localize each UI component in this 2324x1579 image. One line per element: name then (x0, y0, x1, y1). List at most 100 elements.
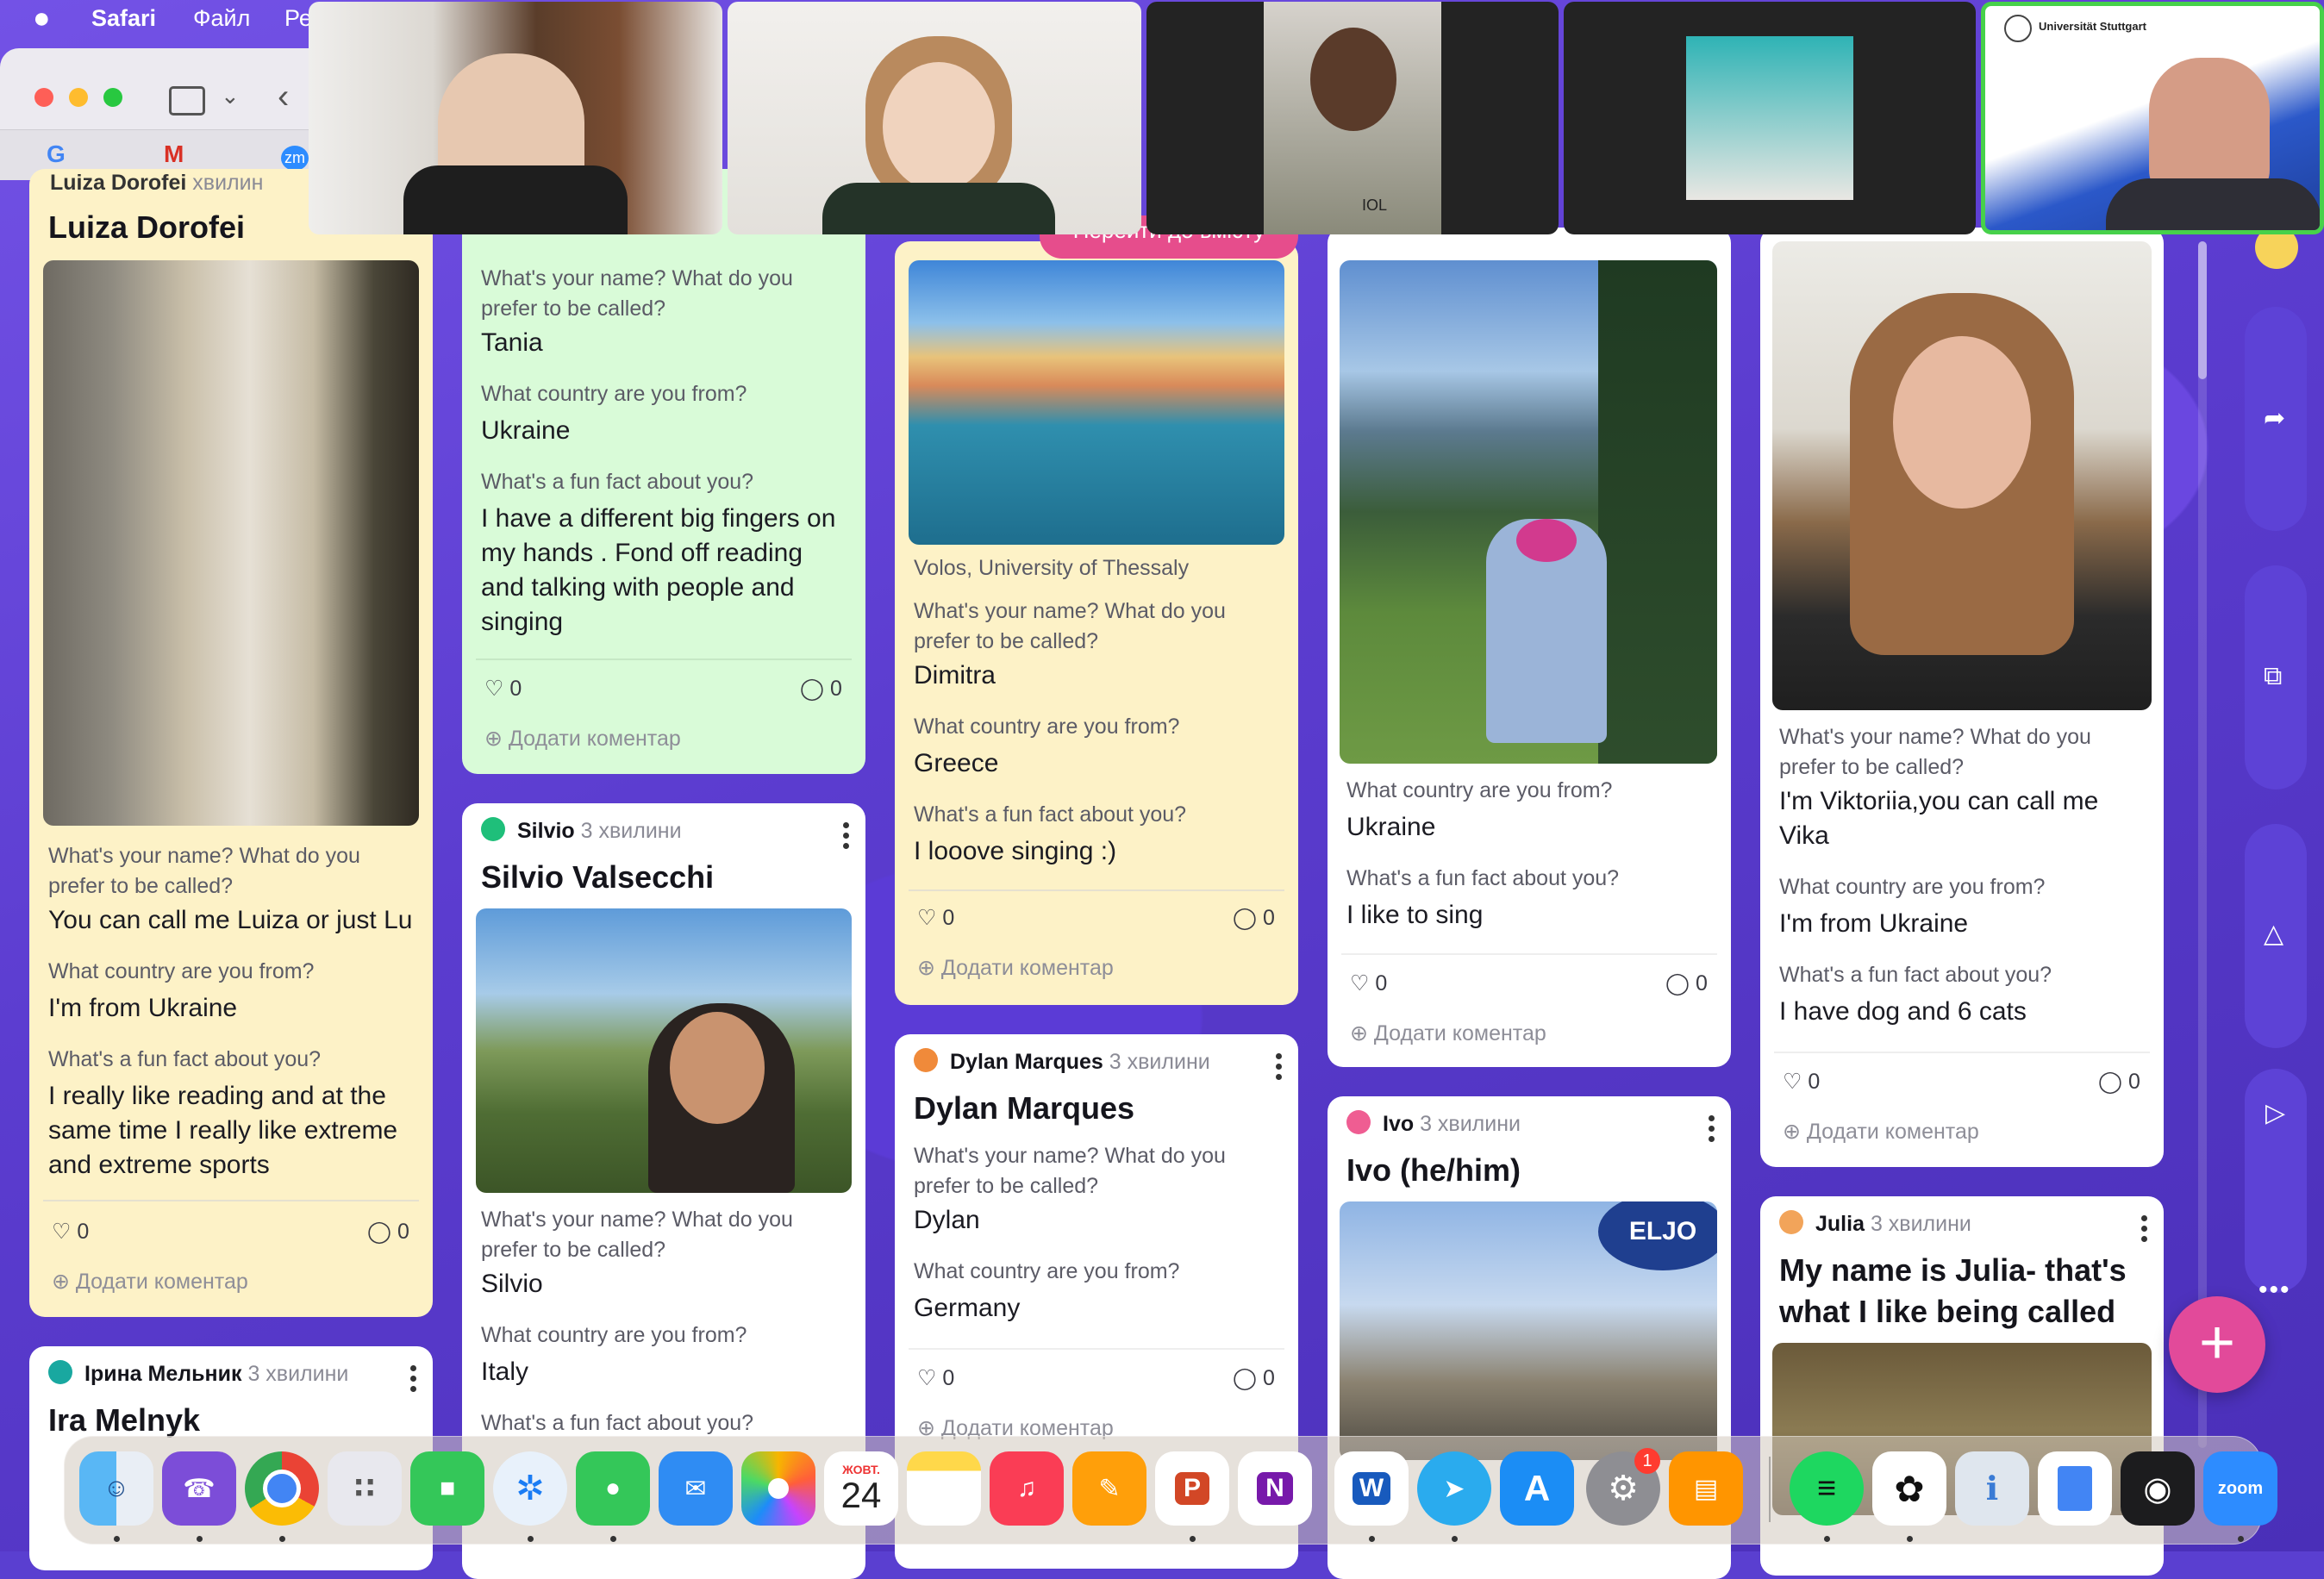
comment-bubble-icon: ◯ (1665, 971, 1690, 995)
add-comment-button[interactable]: ⊕ Додати коментар (1350, 1020, 1546, 1046)
post-menu-icon[interactable] (410, 1365, 417, 1396)
more-options-icon[interactable]: ••• (2258, 1276, 2291, 1305)
question-fun-fact: What's a fun fact about you? (481, 1411, 754, 1435)
add-post-button[interactable]: + (2169, 1296, 2265, 1393)
zoom-favicon-icon[interactable]: zm (281, 146, 309, 171)
dock-preview[interactable]: ℹ (1955, 1451, 2029, 1526)
pen-icon: ✎ (1098, 1474, 1121, 1503)
post-photo-ivo[interactable]: ELJO (1340, 1201, 1717, 1460)
scrollbar[interactable] (2198, 241, 2207, 1448)
back-icon[interactable]: ‹ (278, 78, 289, 116)
question-country: What country are you from? (914, 715, 1180, 739)
running-indicator (1824, 1536, 1830, 1542)
dock-chatgpt[interactable]: ✿ (1872, 1451, 1946, 1526)
post-photo-vika[interactable] (1772, 241, 2152, 710)
dock-pages[interactable]: ✎ (1072, 1451, 1146, 1526)
dock-launchpad[interactable]: ∷ (328, 1451, 402, 1526)
dock-app-store[interactable]: A (1500, 1451, 1574, 1526)
answer-name: Tania (481, 328, 543, 357)
add-comment-button[interactable]: ⊕ Додати коментар (1783, 1119, 1979, 1145)
comments-button[interactable]: ◯ 0 (367, 1219, 409, 1245)
minimize-window-button[interactable] (69, 88, 88, 107)
comments-button[interactable]: ◯ 0 (2098, 1069, 2140, 1095)
dock-mail[interactable]: ✉ (659, 1451, 733, 1526)
like-button[interactable]: ♡ 0 (484, 676, 522, 702)
avatar (1346, 1110, 1371, 1134)
share-icon[interactable]: ➦ (2264, 403, 2285, 434)
like-button[interactable]: ♡ 0 (917, 1365, 954, 1391)
dock-google-docs[interactable] (2038, 1451, 2112, 1526)
post-card-hiker[interactable]: What country are you from? Ukraine What'… (1328, 228, 1731, 1067)
post-title: Dylan Marques (914, 1090, 1135, 1126)
comments-button[interactable]: ◯ 0 (1233, 1365, 1275, 1391)
add-comment-button[interactable]: ⊕ Додати коментар (484, 726, 681, 752)
add-comment-button[interactable]: ⊕ Додати коментар (52, 1269, 248, 1295)
bell-icon[interactable]: △ (2264, 919, 2283, 949)
dock-onenote[interactable]: N (1238, 1451, 1312, 1526)
apple-icon[interactable]: ● (33, 2, 51, 35)
zoom-window-button[interactable] (103, 88, 122, 107)
answer-fun-fact: I like to sing (1346, 901, 1484, 929)
dock-notes[interactable] (907, 1451, 981, 1526)
post-menu-icon[interactable] (843, 822, 850, 853)
dock-spotify[interactable]: ≡ (1790, 1451, 1864, 1526)
comment-bubble-icon: ◯ (800, 677, 824, 701)
video-participant-1[interactable] (309, 2, 722, 234)
post-photo-volos[interactable] (909, 260, 1284, 545)
dock-books[interactable]: ▤ (1669, 1451, 1743, 1526)
dock-photos[interactable] (741, 1451, 815, 1526)
menu-app-safari[interactable]: Safari (91, 5, 156, 32)
dock-messages[interactable]: ● (576, 1451, 650, 1526)
dock-chrome[interactable] (245, 1451, 319, 1526)
gear-icon: ⚙ (1608, 1470, 1639, 1507)
post-menu-icon[interactable] (2141, 1215, 2148, 1246)
close-window-button[interactable] (34, 88, 53, 107)
like-button[interactable]: ♡ 0 (917, 905, 954, 931)
video-participant-3[interactable]: IOL (1146, 2, 1559, 234)
comments-button[interactable]: ◯ 0 (1233, 905, 1275, 931)
remake-icon[interactable]: ⧉ (2264, 662, 2282, 691)
post-photo-silvio[interactable] (476, 908, 852, 1193)
gmail-icon[interactable]: M (164, 140, 184, 168)
running-indicator (1369, 1536, 1375, 1542)
post-menu-icon[interactable] (1276, 1053, 1283, 1084)
video-participant-4[interactable] (1564, 2, 1976, 234)
post-photo-luiza[interactable] (43, 260, 419, 826)
sidebar-toggle-icon[interactable] (169, 86, 205, 115)
comments-button[interactable]: ◯ 0 (1665, 970, 1708, 996)
add-comment-button[interactable]: ⊕ Додати коментар (917, 955, 1114, 981)
dock-zoom[interactable]: zoom (2203, 1451, 2277, 1526)
post-card-vika[interactable]: What's your name? What do you prefer to … (1760, 228, 2164, 1167)
heart-icon: ♡ (484, 677, 504, 701)
dock-finder[interactable]: ☺ (79, 1451, 153, 1526)
dock-music[interactable]: ♫ (990, 1451, 1064, 1526)
dock-facetime[interactable]: ■ (410, 1451, 484, 1526)
post-author: Ivo 3 хвилини (1383, 1112, 1521, 1136)
dock-telegram[interactable]: ➤ (1417, 1451, 1491, 1526)
music-note-icon: ♫ (1016, 1474, 1037, 1502)
post-menu-icon[interactable] (1709, 1115, 1715, 1146)
post-photo-hiking[interactable] (1340, 260, 1717, 764)
comments-button[interactable]: ◯ 0 (800, 676, 842, 702)
play-icon[interactable]: ▷ (2265, 1098, 2285, 1128)
menu-file[interactable]: Файл (193, 5, 250, 32)
dock-safari[interactable]: ✲ (493, 1451, 567, 1526)
dock-screenshot[interactable]: ◉ (2121, 1451, 2195, 1526)
video-active-speaker[interactable]: Universität Stuttgart (1981, 2, 2324, 234)
like-button[interactable]: ♡ 0 (1783, 1069, 1820, 1095)
dock-powerpoint[interactable]: P (1155, 1451, 1229, 1526)
answer-country: Germany (914, 1294, 1021, 1322)
dock-calendar[interactable]: ЖОВТ. 24 (824, 1451, 898, 1526)
google-icon[interactable]: G (47, 140, 66, 168)
post-card-dimitra[interactable]: Volos, University of Thessaly What's you… (895, 241, 1298, 1005)
question-country: What country are you from? (481, 382, 747, 406)
chevron-down-icon[interactable]: ⌄ (221, 83, 240, 109)
post-card-luiza[interactable]: Luiza Dorofei хвилин Luiza Dorofei What'… (29, 169, 433, 1317)
like-button[interactable]: ♡ 0 (52, 1219, 89, 1245)
video-participant-2[interactable] (728, 2, 1141, 234)
dock-viber[interactable]: ☎ (162, 1451, 236, 1526)
dock-word[interactable]: W (1334, 1451, 1409, 1526)
like-button[interactable]: ♡ 0 (1350, 970, 1387, 996)
post-card-tania[interactable]: What's your name? What do you prefer to … (462, 169, 865, 774)
dock-separator (1769, 1457, 1771, 1522)
